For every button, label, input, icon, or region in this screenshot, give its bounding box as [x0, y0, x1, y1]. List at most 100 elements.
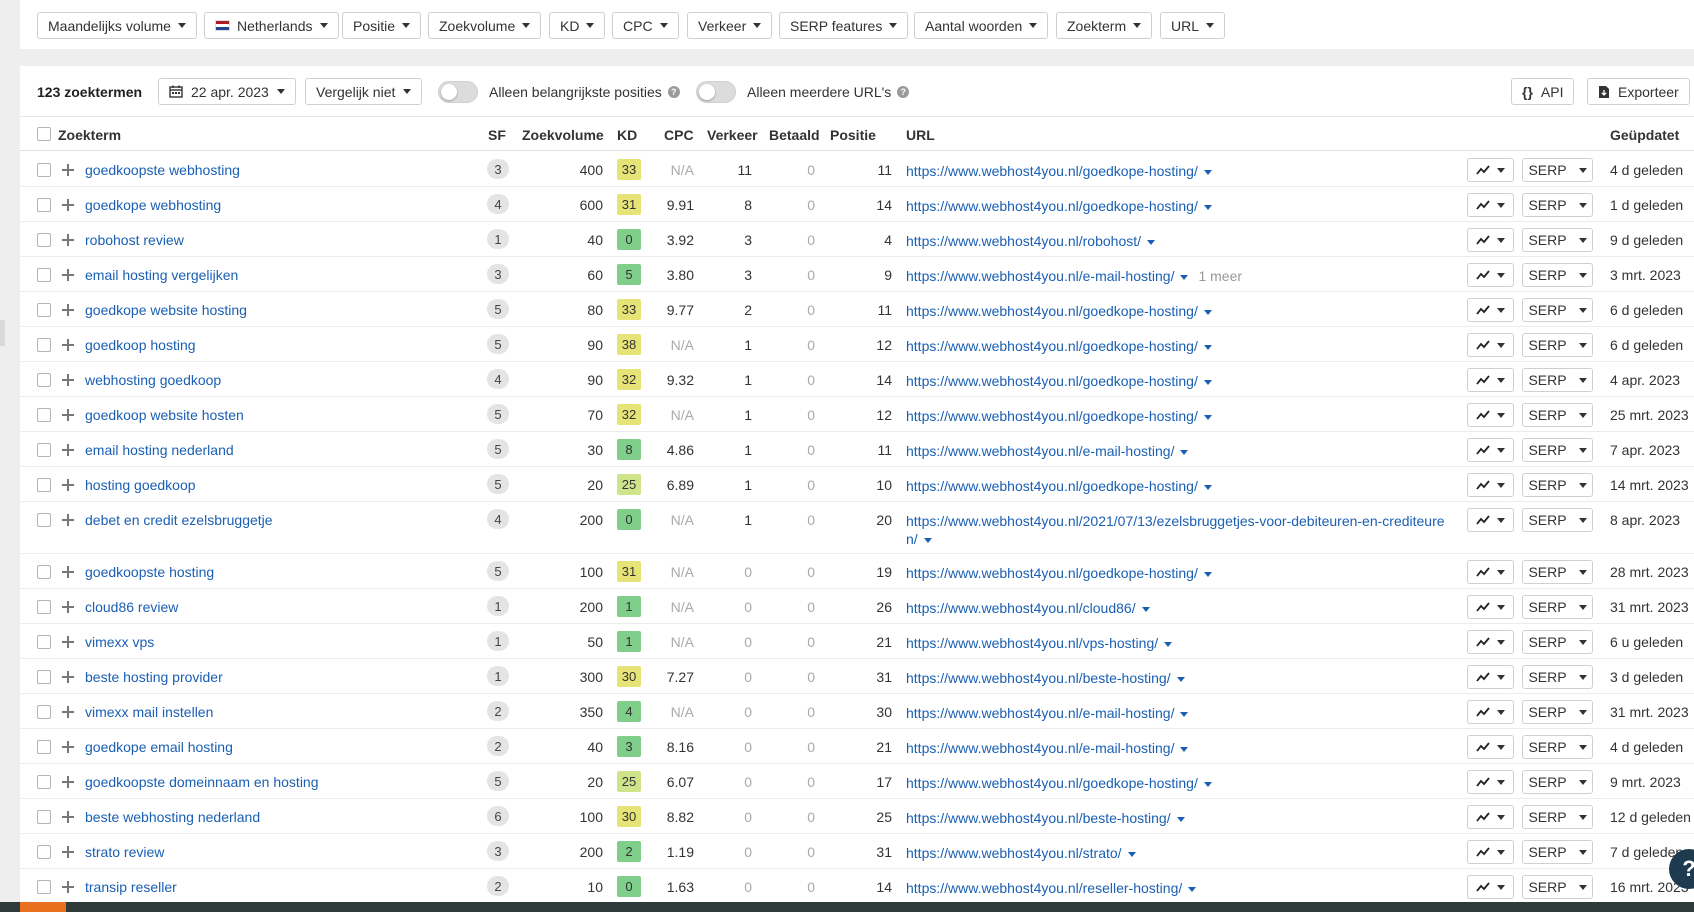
- url-link[interactable]: https://www.webhost4you.nl/e-mail-hostin…: [906, 443, 1174, 459]
- traffic-value[interactable]: 8: [717, 197, 752, 213]
- plus-icon[interactable]: [62, 601, 74, 613]
- traffic-value[interactable]: 2: [717, 302, 752, 318]
- serp-features-badge[interactable]: 4: [487, 369, 509, 389]
- caret-down-icon[interactable]: [1203, 379, 1212, 385]
- url-link[interactable]: https://www.webhost4you.nl/e-mail-hostin…: [906, 740, 1174, 756]
- serp-features-badge[interactable]: 5: [487, 474, 509, 494]
- row-checkbox[interactable]: [37, 513, 51, 527]
- plus-icon[interactable]: [62, 671, 74, 683]
- export-button[interactable]: Exporteer: [1587, 78, 1690, 105]
- traffic-value[interactable]: 0: [717, 704, 752, 720]
- keyword-link[interactable]: goedkoop hosting: [85, 337, 196, 353]
- plus-icon[interactable]: [62, 269, 74, 281]
- keyword-link[interactable]: strato review: [85, 844, 164, 860]
- plus-icon[interactable]: [62, 199, 74, 211]
- filter-country[interactable]: Netherlands: [204, 12, 339, 39]
- row-checkbox[interactable]: [37, 880, 51, 894]
- col-sf[interactable]: SF: [488, 127, 506, 143]
- serp-button[interactable]: SERP: [1522, 560, 1593, 584]
- filter-search-volume[interactable]: Zoekvolume: [428, 12, 542, 39]
- position-history-button[interactable]: [1467, 473, 1514, 497]
- toggle-switch[interactable]: [696, 80, 736, 103]
- position-history-button[interactable]: [1467, 840, 1514, 864]
- url-link[interactable]: https://www.webhost4you.nl/goedkope-host…: [906, 338, 1198, 354]
- col-cpc[interactable]: CPC: [664, 127, 694, 143]
- filter-traffic[interactable]: Verkeer: [687, 12, 773, 39]
- plus-icon[interactable]: [62, 881, 74, 893]
- url-link[interactable]: https://www.webhost4you.nl/2021/07/13/ez…: [906, 513, 1445, 529]
- row-checkbox[interactable]: [37, 478, 51, 492]
- serp-button[interactable]: SERP: [1522, 630, 1593, 654]
- serp-button[interactable]: SERP: [1522, 403, 1593, 427]
- traffic-value[interactable]: 1: [717, 512, 752, 528]
- plus-icon[interactable]: [62, 444, 74, 456]
- caret-down-icon[interactable]: [1203, 484, 1212, 490]
- serp-features-badge[interactable]: 1: [487, 596, 509, 616]
- serp-button[interactable]: SERP: [1522, 333, 1593, 357]
- traffic-value[interactable]: 0: [717, 739, 752, 755]
- caret-down-icon[interactable]: [1180, 711, 1189, 717]
- position-history-button[interactable]: [1467, 263, 1514, 287]
- caret-down-icon[interactable]: [1176, 676, 1185, 682]
- row-checkbox[interactable]: [37, 163, 51, 177]
- position-history-button[interactable]: [1467, 403, 1514, 427]
- plus-icon[interactable]: [62, 374, 74, 386]
- position-history-button[interactable]: [1467, 805, 1514, 829]
- serp-features-badge[interactable]: 2: [487, 876, 509, 896]
- row-checkbox[interactable]: [37, 338, 51, 352]
- keyword-link[interactable]: beste hosting provider: [85, 669, 223, 685]
- url-link[interactable]: https://www.webhost4you.nl/strato/: [906, 845, 1122, 861]
- row-checkbox[interactable]: [37, 565, 51, 579]
- keyword-link[interactable]: robohost review: [85, 232, 184, 248]
- position-history-button[interactable]: [1467, 595, 1514, 619]
- serp-button[interactable]: SERP: [1522, 473, 1593, 497]
- url-link[interactable]: https://www.webhost4you.nl/goedkope-host…: [906, 198, 1198, 214]
- traffic-value[interactable]: 1: [717, 372, 752, 388]
- caret-down-icon[interactable]: [1203, 414, 1212, 420]
- row-checkbox[interactable]: [37, 373, 51, 387]
- row-checkbox[interactable]: [37, 233, 51, 247]
- row-checkbox[interactable]: [37, 775, 51, 789]
- compare-dropdown[interactable]: Vergelijk niet: [305, 78, 423, 105]
- keyword-link[interactable]: goedkoopste hosting: [85, 564, 214, 580]
- keyword-link[interactable]: goedkoopste domeinnaam en hosting: [85, 774, 319, 790]
- traffic-value[interactable]: 0: [717, 564, 752, 580]
- serp-button[interactable]: SERP: [1522, 770, 1593, 794]
- filter-position[interactable]: Positie: [342, 12, 422, 39]
- row-checkbox[interactable]: [37, 705, 51, 719]
- url-link[interactable]: https://www.webhost4you.nl/vps-hosting/: [906, 635, 1158, 651]
- url-link[interactable]: https://www.webhost4you.nl/cloud86/: [906, 600, 1136, 616]
- traffic-value[interactable]: 3: [717, 267, 752, 283]
- toggle-switch[interactable]: [438, 80, 478, 103]
- keyword-link[interactable]: beste webhosting nederland: [85, 809, 260, 825]
- caret-down-icon[interactable]: [1164, 641, 1173, 647]
- serp-button[interactable]: SERP: [1522, 193, 1593, 217]
- serp-features-badge[interactable]: 5: [487, 439, 509, 459]
- url-link[interactable]: https://www.webhost4you.nl/beste-hosting…: [906, 670, 1171, 686]
- plus-icon[interactable]: [62, 566, 74, 578]
- serp-button[interactable]: SERP: [1522, 368, 1593, 392]
- serp-button[interactable]: SERP: [1522, 438, 1593, 462]
- help-icon[interactable]: ?: [667, 85, 680, 98]
- serp-button[interactable]: SERP: [1522, 875, 1593, 899]
- col-betaald[interactable]: Betaald: [769, 127, 820, 143]
- col-kd[interactable]: KD: [617, 127, 637, 143]
- row-checkbox[interactable]: [37, 810, 51, 824]
- plus-icon[interactable]: [62, 339, 74, 351]
- keyword-link[interactable]: goedkope webhosting: [85, 197, 221, 213]
- col-positie[interactable]: Positie: [830, 127, 876, 143]
- url-link[interactable]: https://www.webhost4you.nl/beste-hosting…: [906, 810, 1171, 826]
- filter-monthly-volume[interactable]: Maandelijks volume: [37, 12, 197, 39]
- position-history-button[interactable]: [1467, 228, 1514, 252]
- url-link[interactable]: https://www.webhost4you.nl/goedkope-host…: [906, 303, 1198, 319]
- keyword-link[interactable]: email hosting nederland: [85, 442, 234, 458]
- traffic-value[interactable]: 0: [717, 634, 752, 650]
- traffic-value[interactable]: 0: [717, 844, 752, 860]
- serp-button[interactable]: SERP: [1522, 158, 1593, 182]
- plus-icon[interactable]: [62, 304, 74, 316]
- filter-kd[interactable]: KD: [549, 12, 606, 39]
- row-checkbox[interactable]: [37, 303, 51, 317]
- plus-icon[interactable]: [62, 409, 74, 421]
- keyword-link[interactable]: hosting goedkoop: [85, 477, 196, 493]
- keyword-link[interactable]: transip reseller: [85, 879, 177, 895]
